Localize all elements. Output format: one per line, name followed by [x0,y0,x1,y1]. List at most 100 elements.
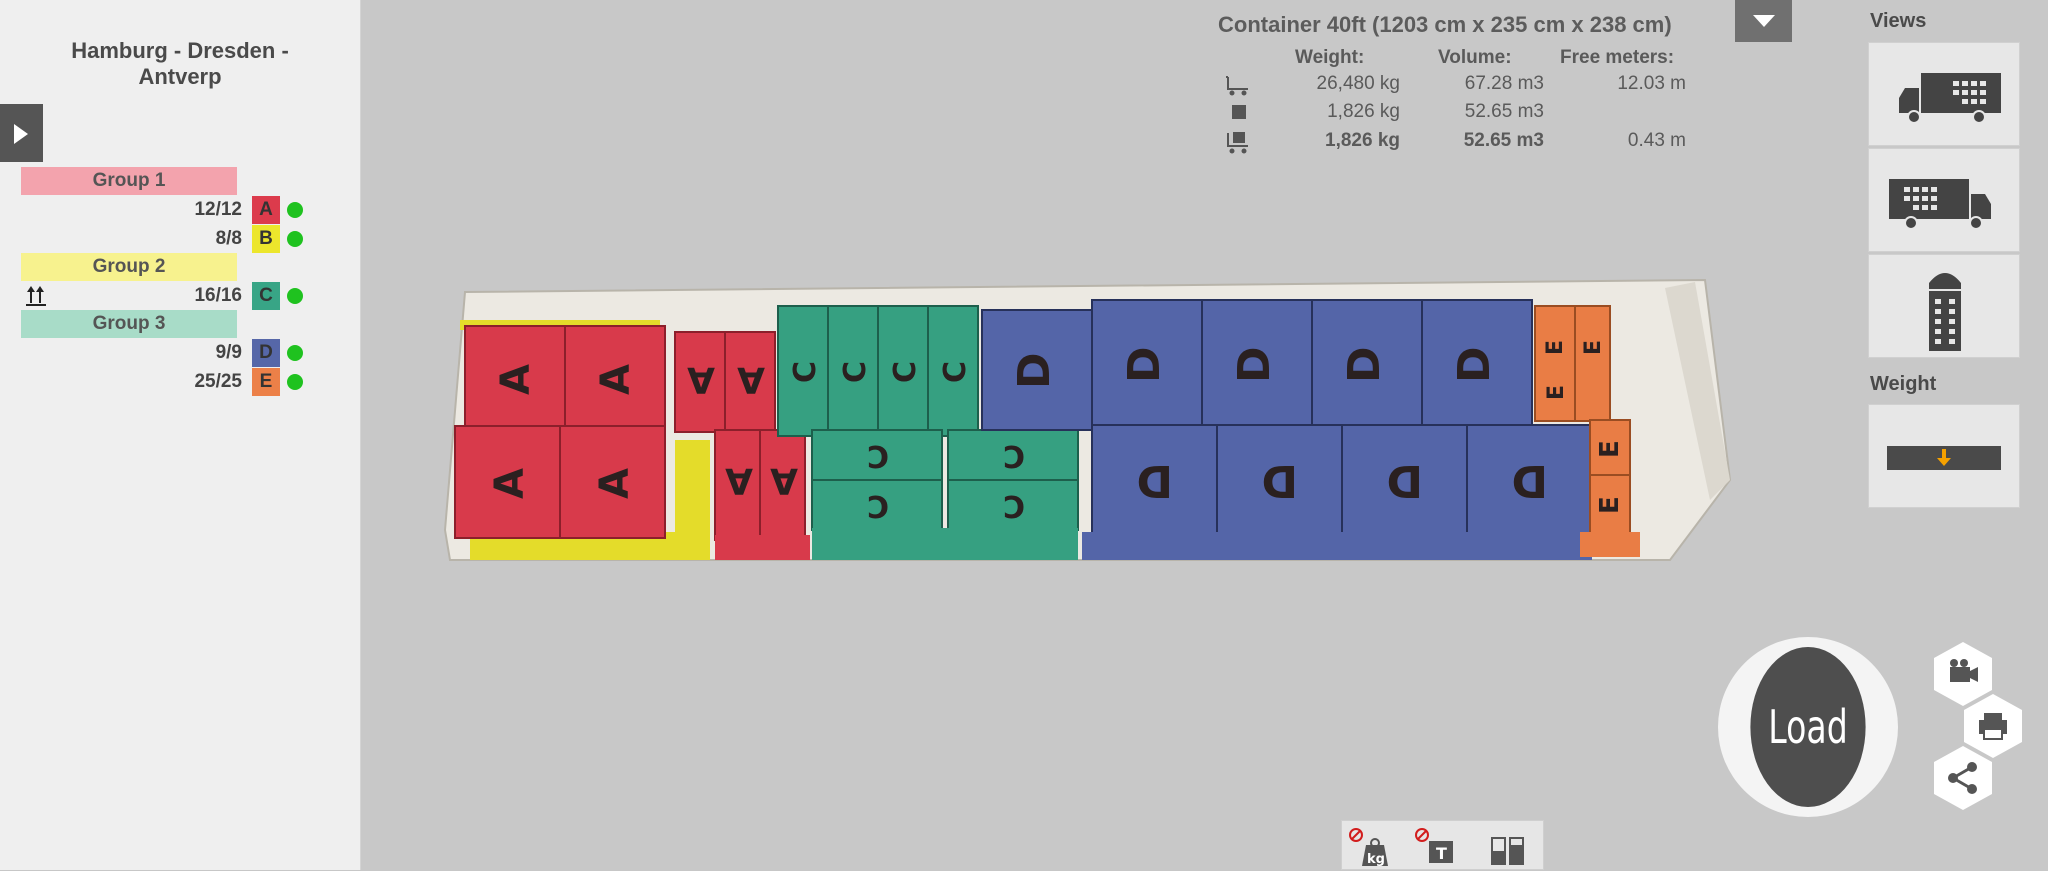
svg-text:D: D [1119,346,1170,383]
svg-text:A: A [770,460,798,501]
svg-text:E: E [1595,496,1625,514]
route-title-line1: Hamburg - Dresden - [71,38,289,63]
triangle-right-icon [14,124,28,144]
svg-text:A: A [737,359,765,400]
item-row-b[interactable]: 8/8 B [0,225,340,253]
truck-side-right-icon [1889,179,1991,230]
svg-text:E: E [1595,440,1625,458]
svg-text:A: A [493,364,539,395]
loaded-weight: 1,826 kg [1325,130,1400,151]
svg-text:C: C [1003,438,1025,473]
container-dropdown-button[interactable] [1735,0,1792,42]
loaded-free-meters: 0.43 m [1627,130,1686,151]
item-row-d[interactable]: 9/9 D [0,339,340,367]
svg-text:D: D [1229,346,1280,383]
item-count: 9/9 [215,342,242,363]
route-title: Hamburg - Dresden - Antverp [40,38,320,90]
free-meters-header: Free meters: [1560,47,1675,68]
status-dot [287,202,303,218]
loaded-trolley-icon [1227,132,1248,154]
svg-text:D: D [1009,352,1060,389]
item-row-e[interactable]: 25/25 E [0,368,340,396]
item-color-badge: B [252,225,280,253]
svg-text:D: D [1449,346,1500,383]
view-truck-side-right-button[interactable] [1868,148,2020,252]
item-count: 8/8 [215,228,242,249]
view-truck-side-left-button[interactable] [1868,42,2020,146]
text-off-icon: T [1415,828,1453,863]
svg-text:E: E [1544,385,1569,400]
item-count: 25/25 [194,371,242,392]
box-icon [1232,105,1246,119]
truck-side-left-icon [1899,73,2001,124]
bottom-toolbar: kg T [1341,820,1544,870]
svg-text:C: C [888,361,923,383]
weight-label: Weight [1870,373,1937,395]
item-row-a[interactable]: 12/12 A [0,196,340,224]
share-button[interactable] [1932,745,1994,811]
status-dot [287,345,303,361]
svg-text:A: A [592,468,638,499]
svg-text:D: D [1386,455,1423,506]
weight-distribution-button[interactable] [1868,404,2020,508]
layout-compare-button[interactable] [1474,821,1540,871]
truck-top-icon [1929,273,1961,351]
container-title: Container 40ft (1203 cm x 235 cm x 238 c… [1218,12,1672,37]
route-title-line2: Antverp [138,64,222,89]
container-3d-view[interactable]: A A A A A A A A C C C C C C C C D D D D … [440,270,1740,570]
loaded-volume: 52.65 m3 [1463,130,1544,151]
status-dot [287,374,303,390]
item-color-badge: C [252,282,280,310]
svg-text:E: E [1581,340,1606,355]
svg-text:D: D [1136,455,1173,506]
load-button[interactable]: Load [1718,637,1898,817]
svg-text:D: D [1261,455,1298,506]
group-header-2[interactable]: Group 2 [21,253,237,281]
sidebar-toggle-button[interactable] [0,104,43,162]
item-row-c[interactable]: 16/16 C [0,282,340,310]
cargo-weight: 1,826 kg [1327,101,1400,122]
weight-off-button[interactable]: kg [1342,821,1408,871]
svg-text:A: A [687,359,715,400]
sidebar: Hamburg - Dresden - Antverp Group 1 12/1… [0,0,361,870]
item-color-badge: A [252,196,280,224]
views-label: Views [1870,10,1927,32]
volume-header: Volume: [1438,47,1512,68]
item-count: 16/16 [194,285,242,306]
text-off-button[interactable]: T [1408,821,1474,871]
status-dot [287,288,303,304]
svg-text:E: E [1543,340,1568,355]
cargo-volume: 52.65 m3 [1464,101,1544,122]
svg-text:A: A [487,468,533,499]
group-header-3[interactable]: Group 3 [21,310,237,338]
svg-text:kg: kg [1367,852,1385,867]
svg-text:C: C [867,488,889,523]
svg-text:D: D [1511,455,1548,506]
svg-text:C: C [938,361,973,383]
view-truck-top-button[interactable] [1868,254,2020,358]
chevron-down-icon [1753,15,1775,27]
capacity-volume: 67.28 m3 [1464,73,1544,94]
svg-text:T: T [1436,844,1447,863]
svg-text:C: C [1003,488,1025,523]
group-header-1[interactable]: Group 1 [21,167,237,195]
layout-compare-icon [1491,837,1524,865]
svg-text:A: A [593,364,639,395]
svg-text:C: C [788,361,823,383]
status-dot [287,231,303,247]
svg-text:D: D [1339,346,1390,383]
capacity-free-meters: 12.03 m [1617,73,1686,94]
svg-text:C: C [838,361,873,383]
svg-text:A: A [725,460,753,501]
item-color-badge: E [252,368,280,396]
weight-header: Weight: [1295,47,1365,68]
crate-b [675,440,710,540]
weight-bar-icon [1887,446,2001,470]
item-count: 12/12 [194,199,242,220]
load-button-label: Load [1750,647,1866,807]
trolley-icon [1226,76,1248,96]
capacity-weight: 26,480 kg [1316,73,1400,94]
svg-text:C: C [867,438,889,473]
stack-arrows-icon [26,286,46,306]
item-color-badge: D [252,339,280,367]
